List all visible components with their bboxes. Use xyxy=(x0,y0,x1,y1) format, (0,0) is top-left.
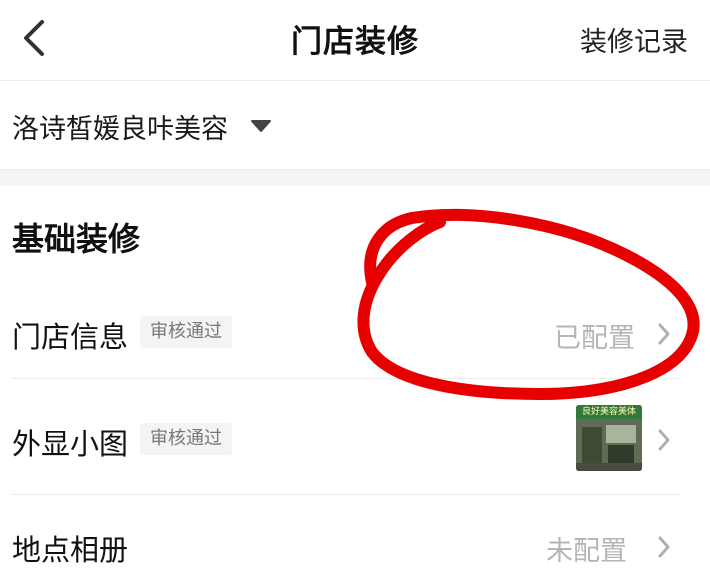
storefront-sign-text: 良好美容美体 xyxy=(581,407,636,417)
row-divider xyxy=(12,494,680,495)
config-status: 已配置 xyxy=(554,323,635,354)
top-nav-bar: 门店装修 装修记录 xyxy=(0,0,710,81)
review-status-badge: 审核通过 xyxy=(140,316,232,348)
store-name: 洛诗皙媛良咔美容 xyxy=(12,114,228,145)
row-label: 门店信息 xyxy=(12,320,129,354)
row-divider xyxy=(12,378,680,379)
section-title: 基础装修 xyxy=(12,220,141,258)
config-status: 未配置 xyxy=(546,536,627,567)
row-label: 地点相册 xyxy=(12,533,129,567)
storefront-thumbnail[interactable]: 良好美容美体 xyxy=(576,405,642,471)
review-status-badge: 审核通过 xyxy=(140,423,232,455)
list-item-location-album[interactable]: 地点相册 未配置 xyxy=(0,505,710,574)
list-item-store-info[interactable]: 门店信息 审核通过 已配置 xyxy=(0,290,710,378)
chevron-right-icon xyxy=(658,323,670,345)
store-selector[interactable]: 洛诗皙媛良咔美容 xyxy=(0,81,710,170)
section-gap xyxy=(0,170,710,186)
chevron-right-icon xyxy=(658,429,670,451)
chevron-right-icon xyxy=(658,536,670,558)
caret-down-icon xyxy=(251,120,271,132)
decoration-records-link[interactable]: 装修记录 xyxy=(580,20,688,59)
row-label: 外显小图 xyxy=(12,427,129,461)
